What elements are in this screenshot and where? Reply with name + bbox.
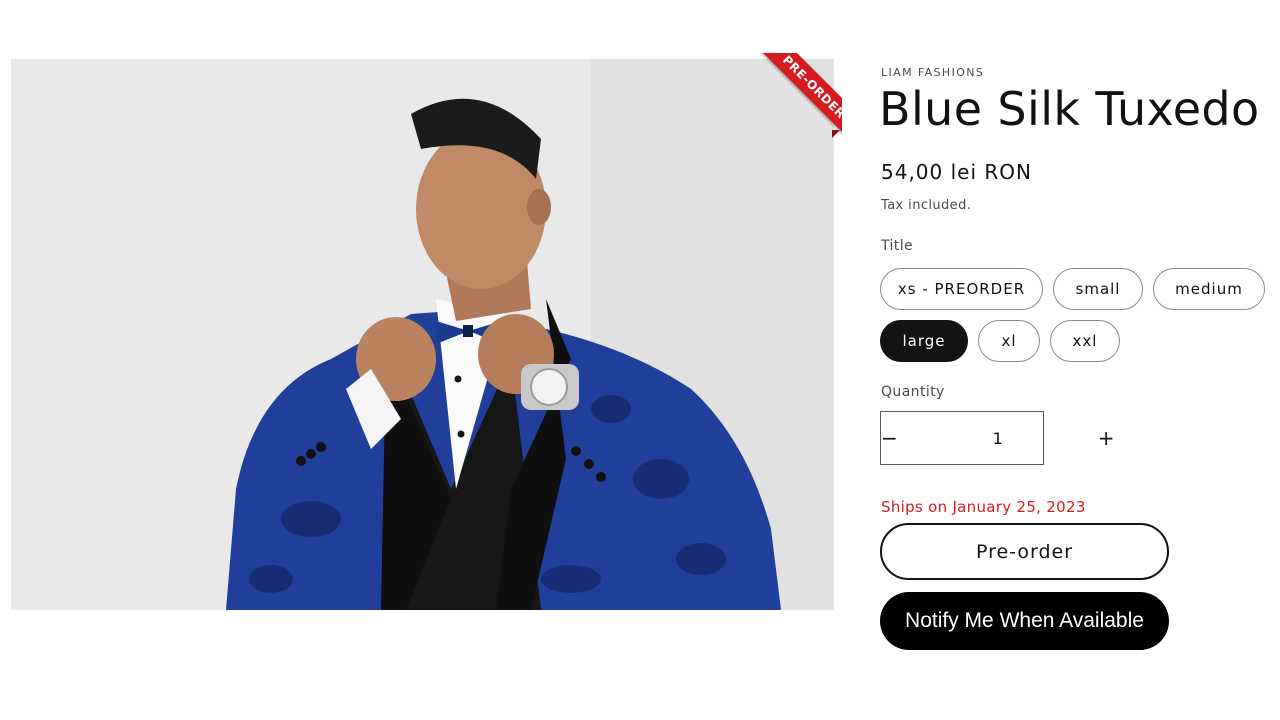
quantity-increment-button[interactable]: + xyxy=(1098,412,1115,464)
variant-option-xxl[interactable]: xxl xyxy=(1050,320,1120,362)
quantity-decrement-button[interactable]: − xyxy=(881,412,898,464)
variant-option-label: Title xyxy=(881,238,914,254)
preorder-button[interactable]: Pre-order xyxy=(880,523,1169,580)
product-title: Blue Silk Tuxedo xyxy=(879,82,1260,136)
variant-option-xl[interactable]: xl xyxy=(978,320,1040,362)
variant-option-large[interactable]: large xyxy=(880,320,968,362)
notify-me-button[interactable]: Notify Me When Available xyxy=(880,592,1169,650)
ribbon-fold xyxy=(832,130,840,138)
quantity-input[interactable] xyxy=(897,428,1098,448)
shipping-date-message: Ships on January 25, 2023 xyxy=(881,498,1086,516)
minus-icon: − xyxy=(881,426,898,450)
quantity-stepper: − + xyxy=(880,411,1115,465)
plus-icon: + xyxy=(1097,426,1115,450)
tax-note: Tax included. xyxy=(881,198,972,213)
preorder-badge: PRE-ORDER xyxy=(756,53,842,139)
variant-option-xs-preorder[interactable]: xs - PREORDER xyxy=(880,268,1043,310)
product-photo-icon xyxy=(11,59,834,610)
variant-option-small[interactable]: small xyxy=(1053,268,1143,310)
product-price: 54,00 lei RON xyxy=(881,160,1032,184)
preorder-ribbon: PRE-ORDER xyxy=(752,53,842,139)
product-vendor: LIAM FASHIONS xyxy=(881,66,985,79)
product-image[interactable] xyxy=(11,59,834,610)
quantity-label: Quantity xyxy=(881,384,945,400)
variant-option-medium[interactable]: medium xyxy=(1153,268,1265,310)
